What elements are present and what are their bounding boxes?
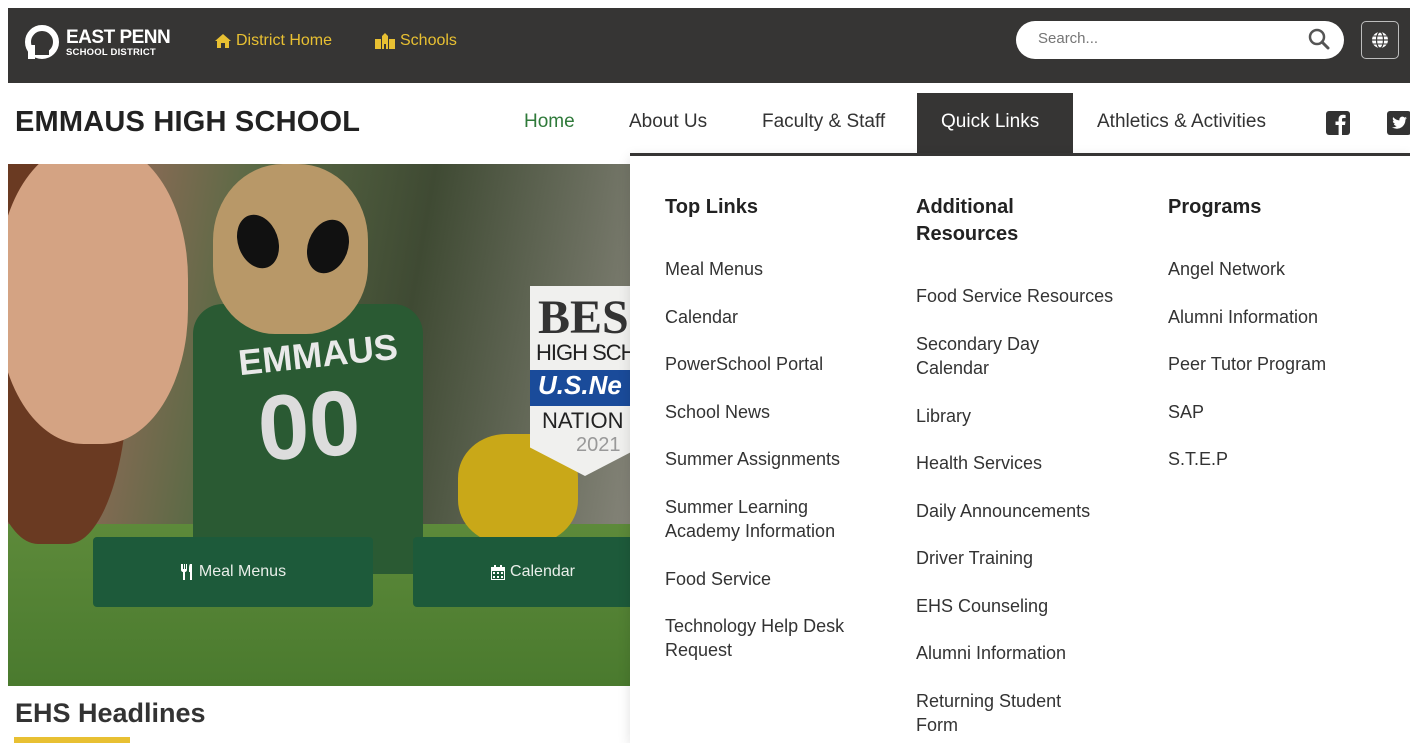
link-food-service[interactable]: Food Service — [665, 567, 771, 591]
school-icon — [375, 33, 395, 49]
meal-menus-label: Meal Menus — [198, 563, 287, 580]
link-calendar[interactable]: Calendar — [665, 305, 738, 329]
link-peer-tutor-program[interactable]: Peer Tutor Program — [1168, 352, 1326, 376]
link-powerschool-portal[interactable]: PowerSchool Portal — [665, 352, 823, 376]
facebook-icon[interactable] — [1326, 111, 1350, 135]
search-icon[interactable] — [1308, 28, 1330, 54]
nav-athletics-activities[interactable]: Athletics & Activities — [1097, 111, 1266, 133]
nav-home[interactable]: Home — [524, 111, 575, 133]
nav-quick-links[interactable]: Quick Links — [917, 93, 1073, 153]
link-technology-help-desk[interactable]: Technology Help Desk Request — [665, 614, 844, 662]
schools-link[interactable]: Schools — [375, 32, 457, 50]
link-alumni-information[interactable]: Alumni Information — [916, 641, 1066, 665]
district-top-bar: EAST PENN SCHOOL DISTRICT District Home … — [8, 8, 1410, 83]
link-daily-announcements[interactable]: Daily Announcements — [916, 499, 1090, 523]
logo-mark-icon — [24, 25, 60, 61]
twitter-icon[interactable] — [1387, 111, 1410, 135]
link-angel-network[interactable]: Angel Network — [1168, 257, 1285, 281]
headlines-underline — [14, 737, 130, 743]
calendar-label: Calendar — [510, 563, 575, 580]
meal-menus-button[interactable]: Meal Menus — [93, 537, 373, 607]
home-icon — [215, 34, 231, 48]
programs-heading: Programs — [1168, 196, 1262, 218]
link-alumni-information-programs[interactable]: Alumni Information — [1168, 305, 1318, 329]
district-logo[interactable]: EAST PENN SCHOOL DISTRICT — [24, 25, 171, 61]
link-summer-assignments[interactable]: Summer Assignments — [665, 447, 840, 471]
schools-label: Schools — [400, 32, 457, 49]
school-name[interactable]: EMMAUS HIGH SCHOOL — [15, 106, 360, 139]
link-health-services[interactable]: Health Services — [916, 451, 1042, 475]
district-home-label: District Home — [236, 32, 333, 49]
link-summer-learning-academy[interactable]: Summer Learning Academy Information — [665, 495, 835, 543]
calendar-button[interactable]: Calendar — [413, 537, 630, 607]
mascot-head — [213, 164, 368, 334]
link-school-news[interactable]: School News — [665, 400, 770, 424]
nav-quick-links-label: Quick Links — [941, 111, 1040, 132]
district-home-link[interactable]: District Home — [215, 32, 332, 50]
link-ehs-counseling[interactable]: EHS Counseling — [916, 594, 1048, 618]
translate-globe-button[interactable] — [1361, 21, 1399, 59]
logo-line1: EAST PENN — [66, 27, 171, 49]
additional-resources-heading: Additional Resources — [916, 196, 1019, 245]
link-library[interactable]: Library — [916, 404, 971, 428]
quick-links-dropdown: Top Links Meal Menus Calendar PowerSchoo… — [630, 153, 1410, 743]
link-driver-training[interactable]: Driver Training — [916, 546, 1033, 570]
logo-line2: SCHOOL DISTRICT — [66, 47, 156, 59]
link-returning-student-form[interactable]: Returning Student Form — [916, 689, 1061, 737]
top-links-heading: Top Links — [665, 196, 758, 218]
nav-about-us[interactable]: About Us — [629, 111, 707, 133]
search-box — [1016, 21, 1344, 59]
link-meal-menus[interactable]: Meal Menus — [665, 257, 763, 281]
headlines-title: EHS Headlines — [15, 698, 206, 728]
nav-faculty-staff[interactable]: Faculty & Staff — [762, 111, 885, 133]
link-sap[interactable]: SAP — [1168, 400, 1204, 424]
link-secondary-day-calendar[interactable]: Secondary Day Calendar — [916, 332, 1039, 380]
utensils-icon — [180, 564, 192, 580]
link-step[interactable]: S.T.E.P — [1168, 447, 1228, 471]
link-food-service-resources[interactable]: Food Service Resources — [916, 284, 1113, 308]
globe-icon — [1372, 31, 1388, 49]
best-high-schools-badge: BES HIGH SCH U.S.Ne NATION 2021 — [530, 286, 630, 476]
calendar-icon — [491, 564, 506, 580]
hero-image: EMMAUS 00 BES HIGH SCH U.S.Ne NATION 202… — [8, 164, 630, 686]
jersey-number: 00 — [254, 371, 364, 481]
search-input[interactable] — [1038, 30, 1278, 47]
